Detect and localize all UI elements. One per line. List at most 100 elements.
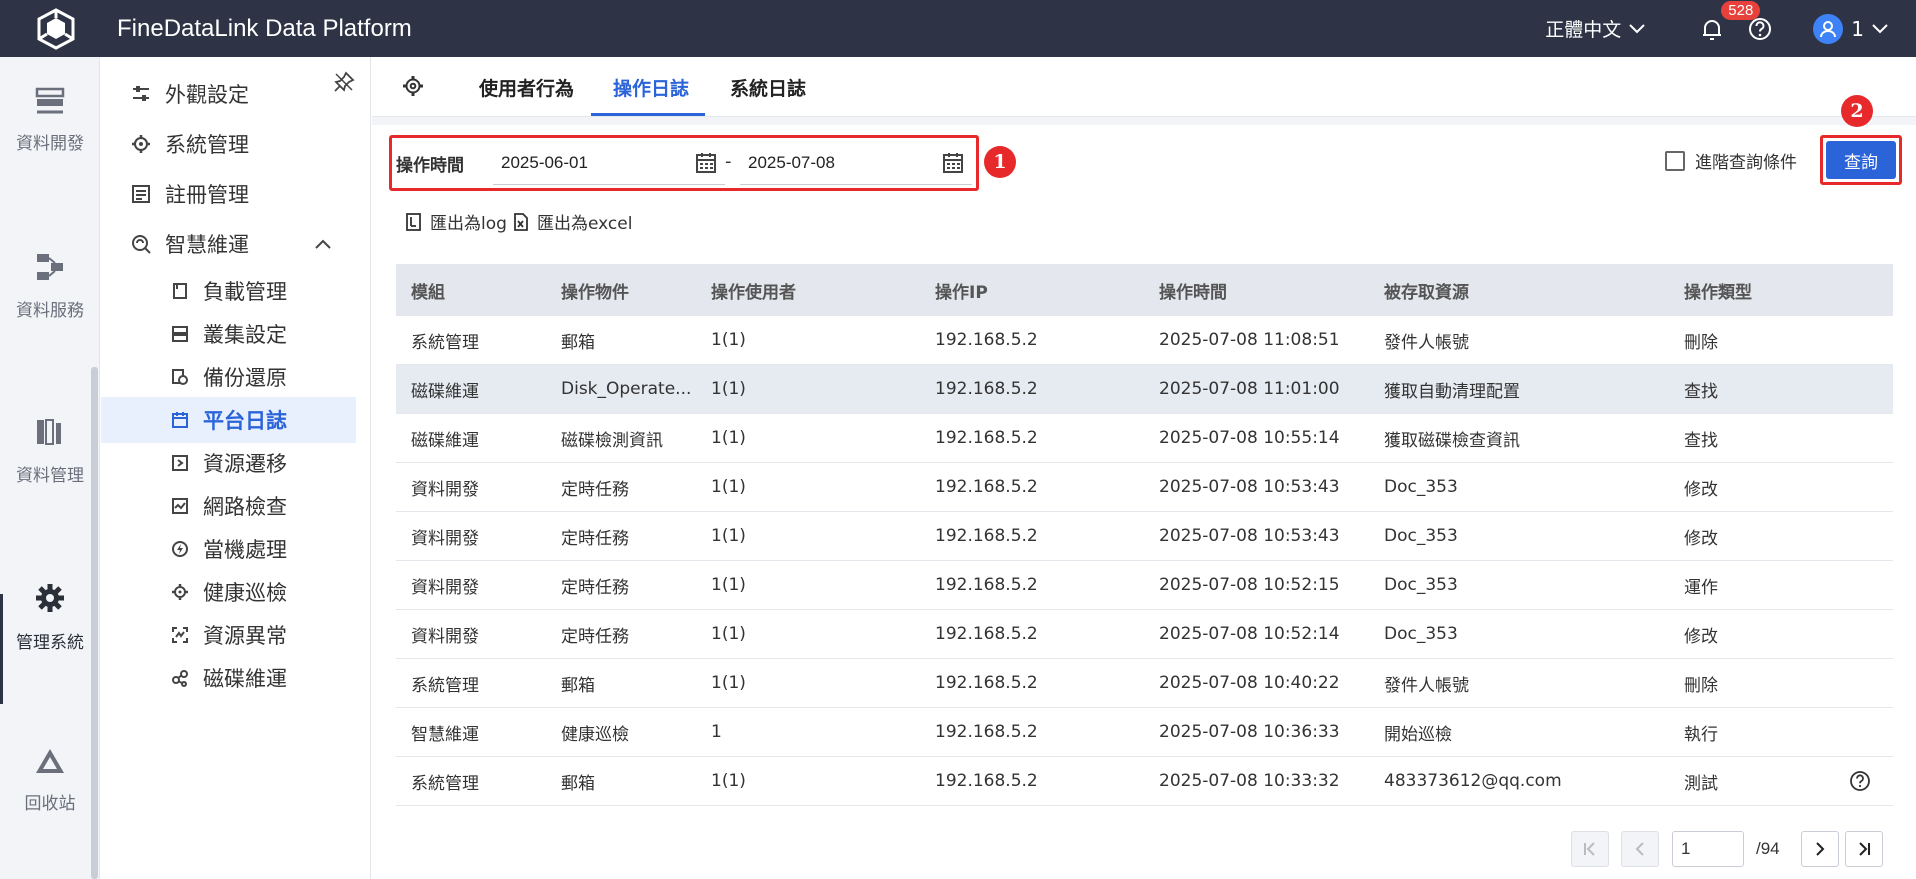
sidebar-item-platform-log[interactable]: 平台日誌 [101,397,356,443]
rail-scrollbar[interactable] [91,367,98,879]
calendar-icon[interactable] [695,152,717,174]
sidebar-item-registration[interactable]: 註冊管理 [131,179,249,209]
sidebar-item-label: 外觀設定 [165,83,249,107]
gear-icon [403,76,423,96]
cell-time: 2025-07-08 10:33:32 [1159,771,1340,791]
sidebar-item-resource-migration[interactable]: 資源遷移 [171,448,287,478]
cell-module: 智慧維運 [411,724,479,745]
column-header-ip[interactable]: 操作IP [920,278,1144,303]
rail-label: 管理系統 [16,633,84,653]
user-name: 1 [1851,16,1864,41]
cell-user: 1(1) [711,428,746,448]
table-row[interactable]: 資料開發 定時任務 1(1) 192.168.5.2 2025-07-08 10:53:… [396,463,1893,512]
cell-time: 2025-07-08 10:36:33 [1159,722,1340,742]
tab-operation-log[interactable]: 操作日誌 [613,74,689,101]
first-page-icon [1584,842,1595,856]
app-logo-icon[interactable] [0,0,112,57]
user-menu[interactable]: 1 [1813,13,1888,44]
column-header-user[interactable]: 操作使用者 [696,278,920,303]
sidebar-item-disk-ops[interactable]: 磁碟維運 [171,663,287,693]
cell-user: 1(1) [711,379,746,399]
cell-resource: 發件人帳號 [1384,675,1469,696]
tab-settings-button[interactable] [402,75,424,101]
cell-type: 刪除 [1684,675,1718,696]
cell-resource: Doc_353 [1384,624,1458,644]
rail-label: 回收站 [24,794,76,814]
table-row[interactable]: 資料開發 定時任務 1(1) 192.168.5.2 2025-07-08 10:52:… [396,561,1893,610]
cell-time: 2025-07-08 10:40:22 [1159,673,1340,693]
query-button[interactable]: 查詢 [1826,141,1896,179]
sidebar-item-resource-anomaly[interactable]: 資源異常 [171,620,287,650]
language-switcher[interactable]: 正體中文 [1545,15,1645,42]
column-header-type[interactable]: 操作類型 [1669,278,1893,303]
rail-label: 資料開發 [16,134,84,154]
rail-item-data-dev[interactable]: 資料開發 [0,87,100,154]
column-header-object[interactable]: 操作物件 [546,278,696,303]
column-header-module[interactable]: 模組 [396,278,546,303]
cell-user: 1(1) [711,624,746,644]
sidebar-item-backup-restore[interactable]: 備份還原 [171,362,287,392]
notification-button[interactable]: 528 [1699,0,1761,42]
anomaly-icon [172,627,188,643]
page-number-input[interactable]: 1 [1672,831,1744,867]
table-row[interactable]: 系統管理 郵箱 1(1) 192.168.5.2 2025-07-08 10:40:22… [396,659,1893,708]
cell-ip: 192.168.5.2 [935,673,1038,693]
table-row[interactable]: 系統管理 郵箱 1(1) 192.168.5.2 2025-07-08 10:33:32… [396,757,1893,806]
tab-user-behavior[interactable]: 使用者行為 [479,74,574,101]
rail-item-data-service[interactable]: 資料服務 [0,252,100,321]
advanced-query-checkbox[interactable] [1665,150,1685,171]
table-row[interactable]: 磁碟維運 Disk_Operate... 1(1) 192.168.5.2 2025-0… [396,365,1893,414]
prev-page-button[interactable] [1621,831,1659,867]
cell-type: 修改 [1684,626,1718,647]
sidebar-item-system-management[interactable]: 系統管理 [131,129,249,159]
cell-type: 執行 [1684,724,1718,745]
export-excel-icon [514,212,528,231]
cell-ip: 192.168.5.2 [935,428,1038,448]
sidebar-item-cluster-settings[interactable]: 叢集設定 [171,319,287,349]
advanced-query-toggle[interactable]: 進階查詢條件 [1665,148,1797,173]
table-row[interactable]: 磁碟維運 磁碟檢測資訊 1(1) 192.168.5.2 2025-07-08 10:5… [396,414,1893,463]
data-dev-icon [35,87,65,114]
next-page-button[interactable] [1801,831,1839,867]
cell-module: 資料開發 [411,577,479,598]
help-icon[interactable] [1849,770,1871,797]
calendar-icon[interactable] [942,152,964,174]
start-date-value: 2025-06-01 [501,152,588,172]
rail-item-data-manage[interactable]: 資料管理 [0,417,100,486]
data-service-icon [37,254,63,280]
cell-time: 2025-07-08 10:55:14 [1159,428,1340,448]
sidebar-item-network-check[interactable]: 網路檢查 [171,491,287,521]
registration-icon [132,185,150,203]
cell-ip: 192.168.5.2 [935,379,1038,399]
sidebar-item-appearance[interactable]: 外觀設定 [131,79,249,109]
cell-time: 2025-07-08 10:53:43 [1159,526,1340,546]
column-header-time[interactable]: 操作時間 [1144,278,1369,303]
table-row[interactable]: 資料開發 定時任務 1(1) 192.168.5.2 2025-07-08 10:53:… [396,512,1893,561]
cell-object: 郵箱 [561,675,595,696]
export-log-button[interactable]: 匯出為log [404,209,507,234]
tab-system-log[interactable]: 系統日誌 [730,74,806,101]
rail-item-recycle[interactable]: 回收站 [0,747,100,814]
column-header-resource[interactable]: 被存取資源 [1369,278,1669,303]
last-page-button[interactable] [1845,831,1883,867]
sidebar-item-crash-handling[interactable]: 當機處理 [171,534,287,564]
lightning-icon [172,541,188,557]
chevron-up-icon [315,239,331,249]
sidebar-item-smart-ops[interactable]: 智慧維運 [131,229,361,259]
start-date-input[interactable]: 2025-06-01 [493,141,725,185]
cell-type: 刪除 [1684,332,1718,353]
table-row[interactable]: 系統管理 郵箱 1(1) 192.168.5.2 2025-07-08 11:08:51… [396,316,1893,365]
sidebar-item-load-management[interactable]: 負載管理 [171,276,287,306]
rail-item-admin-system[interactable]: 管理系統 [0,582,100,653]
pin-button[interactable] [333,71,355,97]
table-row[interactable]: 資料開發 定時任務 1(1) 192.168.5.2 2025-07-08 10:52:… [396,610,1893,659]
first-page-button[interactable] [1571,831,1609,867]
end-date-input[interactable]: 2025-07-08 [740,141,972,185]
table-row[interactable]: 智慧維運 健康巡檢 1 192.168.5.2 2025-07-08 10:36:33 開… [396,708,1893,757]
export-excel-button[interactable]: 匯出為excel [511,209,632,234]
cell-object: 定時任務 [561,528,629,549]
app-title: FineDataLink Data Platform [117,14,412,42]
cell-ip: 192.168.5.2 [935,624,1038,644]
sidebar-item-health-inspection[interactable]: 健康巡檢 [171,577,287,607]
cell-resource: 獲取自動清理配置 [1384,381,1520,402]
